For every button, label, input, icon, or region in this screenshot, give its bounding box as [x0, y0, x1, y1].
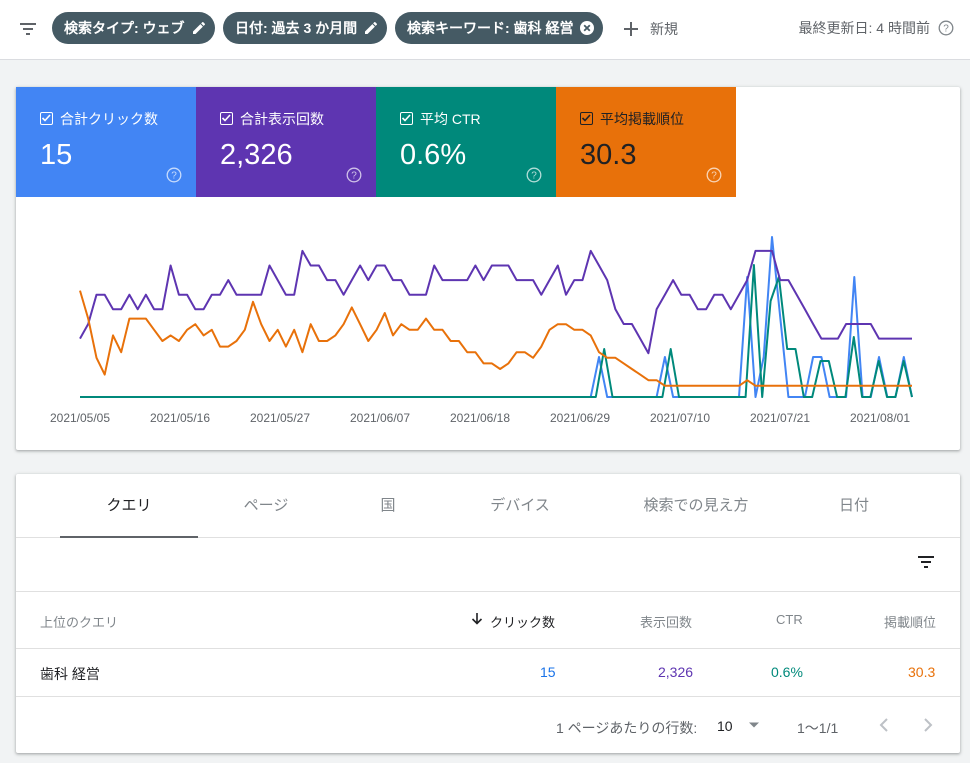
last-updated-text: 最終更新日: 4 時間前 [798, 20, 930, 36]
checkbox-icon[interactable] [220, 112, 233, 125]
arrow-down-icon[interactable] [469, 611, 485, 627]
dropdown-arrow-icon[interactable] [748, 721, 760, 729]
x-tick-label: 2021/05/27 [250, 411, 310, 425]
checkbox-icon[interactable] [40, 112, 53, 125]
tab-countries[interactable]: 国 [340, 474, 436, 538]
metric-value: 2,326 [220, 139, 293, 171]
help-icon[interactable]: ? [346, 167, 362, 183]
metric-card-clicks[interactable]: 合計クリック数 15 ? [16, 87, 196, 197]
cell-ctr: 0.6% [771, 664, 803, 680]
series-line-3 [79, 290, 912, 387]
help-icon[interactable]: ? [706, 167, 722, 183]
metric-label: 合計表示回数 [240, 111, 324, 127]
help-icon[interactable]: ? [166, 167, 182, 183]
metric-card-ctr[interactable]: 平均 CTR 0.6% ? [376, 87, 556, 197]
chip-label: 検索キーワード: 歯科 経営 [407, 20, 574, 36]
metric-label: 合計クリック数 [60, 111, 158, 127]
x-tick-label: 2021/05/16 [150, 411, 210, 425]
rows-per-page-label: 1 ページあたりの行数: [556, 720, 698, 736]
performance-card: 合計クリック数 15 ? 合計表示回数 2,326 ? 平均 CTR 0.6% … [16, 87, 960, 450]
rows-per-page-select[interactable]: 10 [717, 718, 733, 734]
page-range: 1〜1/1 [797, 720, 839, 736]
metric-value: 0.6% [400, 139, 467, 171]
clear-icon[interactable] [579, 20, 595, 36]
svg-text:?: ? [711, 171, 717, 182]
x-tick-label: 2021/06/18 [450, 411, 510, 425]
svg-text:?: ? [351, 171, 357, 182]
cell-clicks: 15 [540, 664, 556, 680]
series-line-0 [80, 236, 913, 398]
date-chip[interactable]: 日付: 過去 3 か月間 [223, 12, 387, 44]
tab-dates[interactable]: 日付 [816, 474, 892, 538]
pencil-icon[interactable] [363, 20, 379, 36]
svg-text:?: ? [171, 171, 177, 182]
header-query[interactable]: 上位のクエリ [40, 612, 118, 631]
chip-label: 検索タイプ: ウェブ [64, 20, 185, 36]
pencil-icon[interactable] [191, 20, 207, 36]
x-tick-label: 2021/08/01 [850, 411, 910, 425]
x-tick-label: 2021/06/29 [550, 411, 610, 425]
table-card: クエリ ページ 国 デバイス 検索での見え方 日付 上位のクエリ クリック数 表… [16, 474, 960, 753]
performance-chart: 2021/05/05 2021/05/16 2021/05/27 2021/06/07… [50, 236, 913, 425]
cell-impressions: 2,326 [658, 664, 694, 680]
metric-label: 平均掲載順位 [600, 111, 684, 127]
table-header: 上位のクエリ クリック数 表示回数 CTR 掲載順位 [16, 591, 960, 649]
tab-pages[interactable]: ページ [212, 474, 320, 538]
header-clicks[interactable]: クリック数 [490, 612, 555, 631]
cell-query[interactable]: 歯科 経営 [40, 664, 100, 684]
header-position[interactable]: 掲載順位 [884, 612, 936, 631]
svg-text:?: ? [531, 171, 537, 182]
search-type-chip[interactable]: 検索タイプ: ウェブ [52, 12, 215, 44]
prev-page-icon[interactable] [878, 717, 890, 733]
x-tick-label: 2021/06/07 [350, 411, 410, 425]
x-tick-label: 2021/05/05 [50, 411, 110, 425]
tab-devices[interactable]: デバイス [456, 474, 584, 538]
header-impressions[interactable]: 表示回数 [640, 612, 692, 631]
metric-value: 15 [40, 139, 73, 171]
query-chip[interactable]: 検索キーワード: 歯科 経営 [395, 12, 603, 44]
pagination: 1 ページあたりの行数: 10 1〜1/1 [16, 697, 960, 753]
filter-icon[interactable] [18, 19, 38, 39]
tab-search-appearance[interactable]: 検索での見え方 [612, 474, 780, 538]
filter-bar: 検索タイプ: ウェブ 日付: 過去 3 か月間 検索キーワード: 歯科 経営 新… [0, 0, 970, 60]
metric-value: 30.3 [580, 139, 637, 171]
help-icon[interactable]: ? [526, 167, 542, 183]
next-page-icon[interactable] [922, 717, 934, 733]
metric-card-position[interactable]: 平均掲載順位 30.3 ? [556, 87, 736, 197]
help-icon[interactable]: ? [938, 20, 954, 36]
series-line-2 [79, 249, 912, 355]
metric-label: 平均 CTR [420, 111, 481, 127]
plus-icon [624, 22, 638, 36]
new-filter-label: 新規 [650, 21, 678, 37]
checkbox-icon[interactable] [580, 112, 593, 125]
x-tick-label: 2021/07/21 [750, 411, 810, 425]
x-tick-label: 2021/07/10 [650, 411, 710, 425]
svg-text:?: ? [943, 24, 949, 35]
cell-position: 30.3 [908, 664, 936, 680]
table-row[interactable]: 歯科 経営 15 2,326 0.6% 30.3 [16, 649, 960, 697]
tab-queries[interactable]: クエリ [60, 474, 198, 538]
metric-card-impressions[interactable]: 合計表示回数 2,326 ? [196, 87, 376, 197]
table-filter-icon[interactable] [916, 552, 936, 572]
header-ctr[interactable]: CTR [776, 612, 803, 627]
checkbox-icon[interactable] [400, 112, 413, 125]
chip-label: 日付: 過去 3 か月間 [235, 20, 358, 36]
dimension-tabs: クエリ ページ 国 デバイス 検索での見え方 日付 [16, 474, 960, 538]
